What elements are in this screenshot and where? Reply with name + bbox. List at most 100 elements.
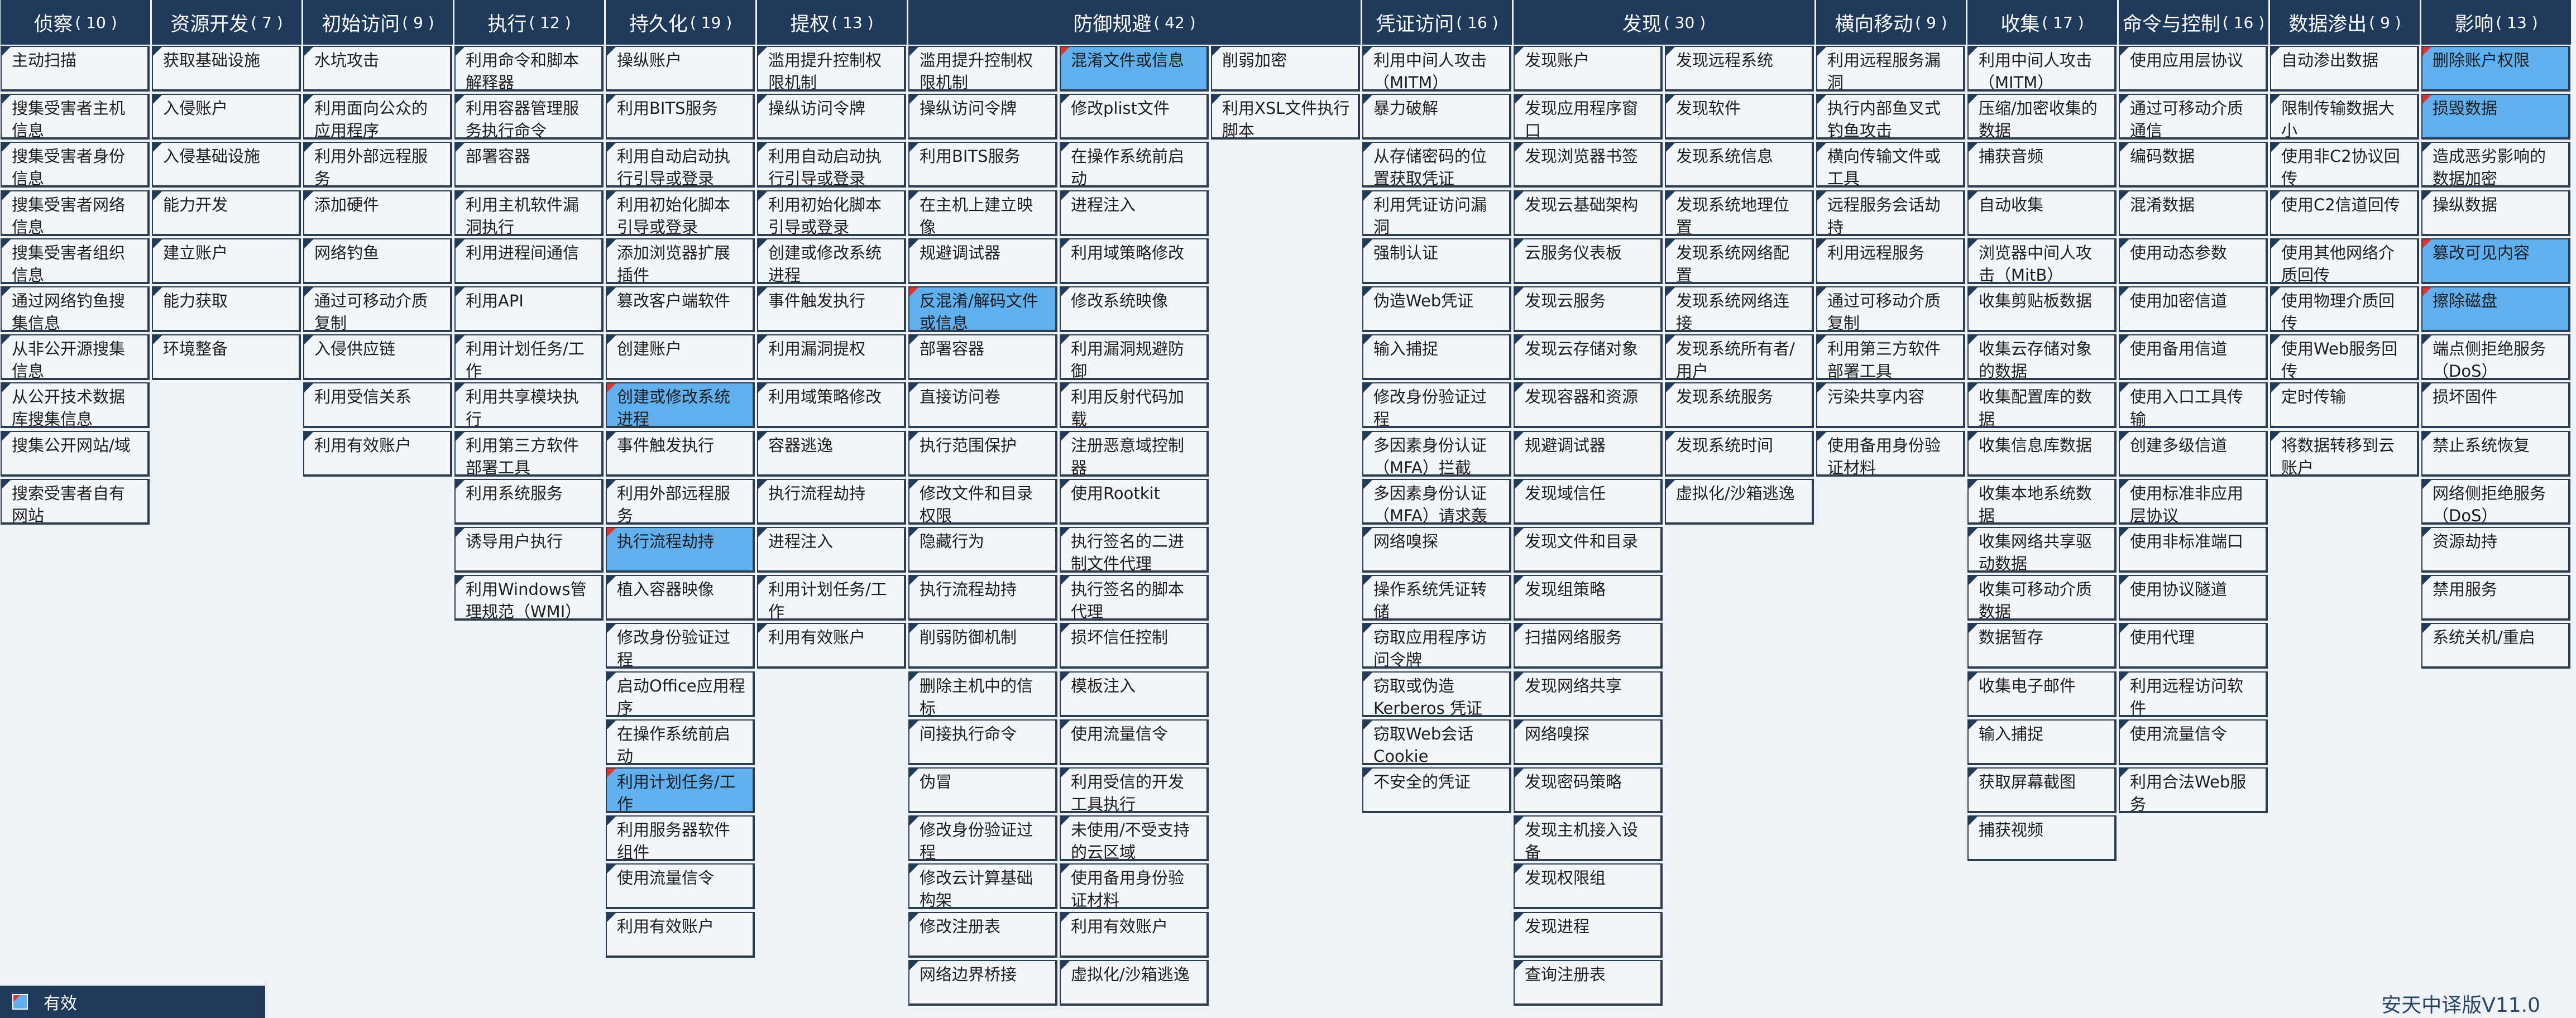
technique-cell[interactable]: 执行内部鱼叉式钓鱼攻击 (1816, 94, 1965, 140)
technique-cell[interactable]: 利用漏洞规避防御 (1060, 334, 1209, 380)
technique-cell[interactable]: 搜集受害者主机信息 (1, 94, 150, 140)
technique-cell[interactable]: 修改身份验证过程 (1362, 382, 1511, 428)
technique-cell[interactable]: 搜集公开网站/域 (1, 431, 150, 477)
technique-cell[interactable]: 利用合法Web服务 (2119, 767, 2268, 813)
technique-cell[interactable]: 通过可移动介质复制 (303, 286, 452, 332)
technique-cell[interactable]: 利用凭证访问漏洞 (1362, 190, 1511, 236)
technique-cell[interactable]: 获取基础设施 (152, 46, 301, 92)
technique-cell[interactable]: 利用远程访问软件 (2119, 671, 2268, 717)
technique-cell[interactable]: 收集信息库数据 (1967, 431, 2117, 477)
technique-cell[interactable]: 造成恶劣影响的数据加密 (2421, 142, 2570, 188)
technique-cell[interactable]: 发现系统时间 (1665, 431, 1814, 477)
technique-cell[interactable]: 伪冒 (908, 767, 1057, 813)
technique-cell[interactable]: 利用服务器软件组件 (606, 815, 755, 861)
technique-cell[interactable]: 能力获取 (152, 286, 301, 332)
tactic-header[interactable]: 命令与控制( 16 ) (2119, 0, 2268, 45)
technique-cell[interactable]: 使用入口工具传输 (2119, 382, 2268, 428)
technique-cell[interactable]: 执行流程劫持 (606, 527, 755, 573)
technique-cell[interactable]: 利用反射代码加载 (1060, 382, 1209, 428)
technique-cell[interactable]: 利用中间人攻击（MITM） (1967, 46, 2117, 92)
technique-cell[interactable]: 将数据转移到云账户 (2270, 431, 2419, 477)
technique-cell[interactable]: 发现进程 (1514, 912, 1663, 958)
technique-cell[interactable]: 使用协议隧道 (2119, 575, 2268, 621)
technique-cell[interactable]: 操纵访问令牌 (757, 94, 906, 140)
technique-cell[interactable]: 网络边界桥接 (908, 960, 1057, 1006)
technique-cell[interactable]: 使用Rootkit (1060, 479, 1209, 525)
tactic-header[interactable]: 数据渗出( 9 ) (2270, 0, 2420, 45)
technique-cell[interactable]: 发现远程系统 (1665, 46, 1814, 92)
technique-cell[interactable]: 伪造Web凭证 (1362, 286, 1511, 332)
technique-cell[interactable]: 限制传输数据大小 (2270, 94, 2419, 140)
technique-cell[interactable]: 损坏信任控制 (1060, 623, 1209, 669)
technique-cell[interactable]: 网络钓鱼 (303, 238, 452, 284)
technique-cell[interactable]: 虚拟化/沙箱逃逸 (1060, 960, 1209, 1006)
technique-cell[interactable]: 从存储密码的位置获取凭证 (1362, 142, 1511, 188)
technique-cell[interactable]: 发现域信任 (1514, 479, 1663, 525)
technique-cell[interactable]: 发现应用程序窗口 (1514, 94, 1663, 140)
technique-cell[interactable]: 滥用提升控制权限机制 (757, 46, 906, 92)
tactic-header[interactable]: 发现( 30 ) (1514, 0, 1814, 45)
technique-cell[interactable]: 输入捕捉 (1362, 334, 1511, 380)
technique-cell[interactable]: 污染共享内容 (1816, 382, 1965, 428)
tactic-header[interactable]: 初始访问( 9 ) (303, 0, 453, 45)
technique-cell[interactable]: 窃取或伪造Kerberos 凭证 (1362, 671, 1511, 717)
technique-cell[interactable]: 使用非标准端口 (2119, 527, 2268, 573)
technique-cell[interactable]: 利用主机软件漏洞执行 (454, 190, 604, 236)
technique-cell[interactable]: 定时传输 (2270, 382, 2419, 428)
technique-cell[interactable]: 篡改客户端软件 (606, 286, 755, 332)
technique-cell[interactable]: 不安全的凭证 (1362, 767, 1511, 813)
technique-cell[interactable]: 注册恶意域控制器 (1060, 431, 1209, 477)
technique-cell[interactable]: 使用流量信令 (1060, 719, 1209, 765)
technique-cell[interactable]: 使用动态参数 (2119, 238, 2268, 284)
technique-cell[interactable]: 网络侧拒绝服务（DoS） (2421, 479, 2570, 525)
tactic-header[interactable]: 收集( 17 ) (1967, 0, 2117, 45)
technique-cell[interactable]: 多因素身份认证（MFA）拦截 (1362, 431, 1511, 477)
technique-cell[interactable]: 削弱加密 (1211, 46, 1360, 92)
technique-cell[interactable]: 发现容器和资源 (1514, 382, 1663, 428)
technique-cell[interactable]: 通过可移动介质通信 (2119, 94, 2268, 140)
technique-cell[interactable]: 使用Web服务回传 (2270, 334, 2419, 380)
technique-cell[interactable]: 搜集受害者组织信息 (1, 238, 150, 284)
technique-cell[interactable]: 修改云计算基础构架 (908, 863, 1057, 909)
technique-cell[interactable]: 使用备用身份验证材料 (1060, 863, 1209, 909)
technique-cell[interactable]: 执行流程劫持 (757, 479, 906, 525)
technique-cell[interactable]: 利用命令和脚本解释器 (454, 46, 604, 92)
technique-cell[interactable]: 操纵访问令牌 (908, 94, 1057, 140)
tactic-header[interactable]: 侦察( 10 ) (1, 0, 150, 45)
technique-cell[interactable]: 横向传输文件或工具 (1816, 142, 1965, 188)
technique-cell[interactable]: 搜索受害者自有网站 (1, 479, 150, 525)
technique-cell[interactable]: 启动Office应用程序 (606, 671, 755, 717)
technique-cell[interactable]: 发现系统信息 (1665, 142, 1814, 188)
technique-cell[interactable]: 利用计划任务/工作 (757, 575, 906, 621)
technique-cell[interactable]: 创建或修改系统进程 (606, 382, 755, 428)
technique-cell[interactable]: 操作系统凭证转储 (1362, 575, 1511, 621)
technique-cell[interactable]: 自动渗出数据 (2270, 46, 2419, 92)
technique-cell[interactable]: 远程服务会话劫持 (1816, 190, 1965, 236)
technique-cell[interactable]: 利用自动启动执行引导或登录 (757, 142, 906, 188)
technique-cell[interactable]: 部署容器 (908, 334, 1057, 380)
technique-cell[interactable]: 利用外部远程服务 (303, 142, 452, 188)
technique-cell[interactable]: 创建多级信道 (2119, 431, 2268, 477)
technique-cell[interactable]: 部署容器 (454, 142, 604, 188)
technique-cell[interactable]: 压缩/加密收集的数据 (1967, 94, 2117, 140)
technique-cell[interactable]: 使用物理介质回传 (2270, 286, 2419, 332)
technique-cell[interactable]: 规避调试器 (1514, 431, 1663, 477)
technique-cell[interactable]: 搜集受害者网络信息 (1, 190, 150, 236)
technique-cell[interactable]: 发现系统服务 (1665, 382, 1814, 428)
technique-cell[interactable]: 修改注册表 (908, 912, 1057, 958)
technique-cell[interactable]: 创建或修改系统进程 (757, 238, 906, 284)
technique-cell[interactable]: 在主机上建立映像 (908, 190, 1057, 236)
technique-cell[interactable]: 滥用提升控制权限机制 (908, 46, 1057, 92)
technique-cell[interactable]: 收集剪贴板数据 (1967, 286, 2117, 332)
technique-cell[interactable]: 执行签名的二进制文件代理 (1060, 527, 1209, 573)
technique-cell[interactable]: 创建账户 (606, 334, 755, 380)
technique-cell[interactable]: 强制认证 (1362, 238, 1511, 284)
technique-cell[interactable]: 执行范围保护 (908, 431, 1057, 477)
technique-cell[interactable]: 使用C2信道回传 (2270, 190, 2419, 236)
technique-cell[interactable]: 使用代理 (2119, 623, 2268, 669)
technique-cell[interactable]: 篡改可见内容 (2421, 238, 2570, 284)
technique-cell[interactable]: 使用非C2协议回传 (2270, 142, 2419, 188)
technique-cell[interactable]: 收集本地系统数据 (1967, 479, 2117, 525)
technique-cell[interactable]: 使用备用信道 (2119, 334, 2268, 380)
technique-cell[interactable]: 反混淆/解码文件或信息 (908, 286, 1057, 332)
